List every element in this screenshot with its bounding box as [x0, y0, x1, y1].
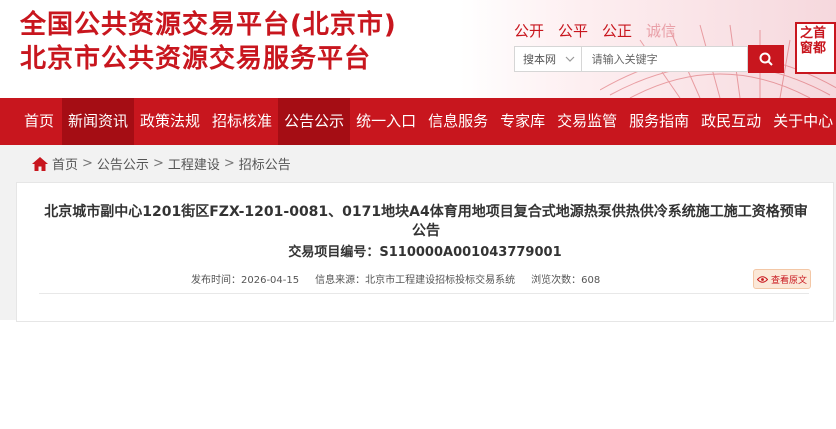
search-button[interactable] [747, 45, 784, 73]
breadcrumb-announcements[interactable]: 公告公示 [97, 154, 149, 173]
nav-item-announcements[interactable]: 公告公示 [278, 98, 351, 145]
search-bar: 搜本网 [514, 45, 784, 74]
view-original-label: 查看原文 [770, 275, 807, 286]
site-header: 全国公共资源交易平台(北京市) 北京市公共资源交易服务平台 公开 公平 公正 诚… [0, 0, 836, 98]
view-original-button[interactable]: 查看原文 [753, 269, 811, 289]
search-icon [759, 52, 773, 66]
publish-time-value: 2026-04-15 [241, 275, 300, 286]
breadcrumb-bid-notice: 招标公告 [238, 158, 291, 173]
nav-item-approval[interactable]: 招标核准 [206, 98, 278, 145]
search-input[interactable] [581, 46, 748, 72]
view-count-label: 浏览次数： [531, 275, 582, 286]
breadcrumb: 首页 > 公告公示 > 工程建设 > 招标公告 [32, 154, 291, 173]
search-scope-label: 搜本网 [523, 53, 556, 66]
chevron-down-icon [565, 56, 575, 62]
nav-item-info-service[interactable]: 信息服务 [422, 98, 494, 145]
home-icon [32, 156, 48, 171]
slogan-open: 公开 [514, 22, 545, 40]
breadcrumb-construction[interactable]: 工程建设 [168, 154, 220, 173]
project-number: 交易项目编号：S110000A001043779001 [288, 245, 562, 260]
nav-item-unified-entry[interactable]: 统一入口 [350, 98, 422, 145]
main-nav: 首页 新闻资讯 政策法规 招标核准 公告公示 统一入口 信息服务 专家库 交易监… [0, 98, 836, 145]
notice-card: 北京城市副中心1201街区FZX-1201-0081、0171地块A4体育用地项… [16, 182, 834, 322]
info-source: 信息来源：北京市工程建设招标投标交易系统 [315, 271, 515, 286]
slogan-integrity: 诚信 [646, 22, 677, 40]
nav-item-guide[interactable]: 服务指南 [623, 98, 695, 145]
breadcrumb-home[interactable]: 首页 [52, 154, 78, 173]
view-count: 浏览次数：608 [531, 271, 600, 286]
view-count-value: 608 [581, 275, 601, 286]
nav-item-news[interactable]: 新闻资讯 [62, 98, 135, 145]
nav-item-interaction[interactable]: 政民互动 [695, 98, 767, 145]
divider [39, 293, 809, 294]
info-source-value: 北京市工程建设招标投标交易系统 [365, 275, 516, 286]
search-scope-select[interactable]: 搜本网 [514, 46, 582, 72]
capital-window-logo[interactable]: 之首 窗都 [795, 22, 836, 74]
publish-time-label: 发布时间： [191, 275, 241, 286]
site-title-line1[interactable]: 全国公共资源交易平台(北京市) [20, 4, 397, 41]
nav-item-home[interactable]: 首页 [0, 98, 62, 145]
eye-icon [756, 275, 768, 283]
notice-title: 北京城市副中心1201街区FZX-1201-0081、0171地块A4体育用地项… [44, 204, 808, 239]
breadcrumb-separator: > [223, 156, 235, 171]
nav-item-supervision[interactable]: 交易监管 [551, 98, 623, 145]
slogan-fair: 公平 [558, 22, 589, 40]
nav-item-about[interactable]: 关于中心 [767, 98, 836, 145]
publish-time: 发布时间：2026-04-15 [191, 271, 299, 286]
breadcrumb-separator: > [82, 156, 93, 171]
slogan-just: 公正 [602, 22, 633, 40]
slogans: 公开 公平 公正 诚信 [514, 20, 676, 41]
breadcrumb-separator: > [152, 156, 164, 171]
nav-item-experts[interactable]: 专家库 [494, 98, 551, 145]
notice-meta: 发布时间：2026-04-15 信息来源：北京市工程建设招标投标交易系统 浏览次… [191, 271, 600, 286]
info-source-label: 信息来源： [315, 275, 366, 286]
site-title-line2[interactable]: 北京市公共资源交易服务平台 [20, 38, 371, 75]
nav-item-policy[interactable]: 政策法规 [134, 98, 206, 145]
